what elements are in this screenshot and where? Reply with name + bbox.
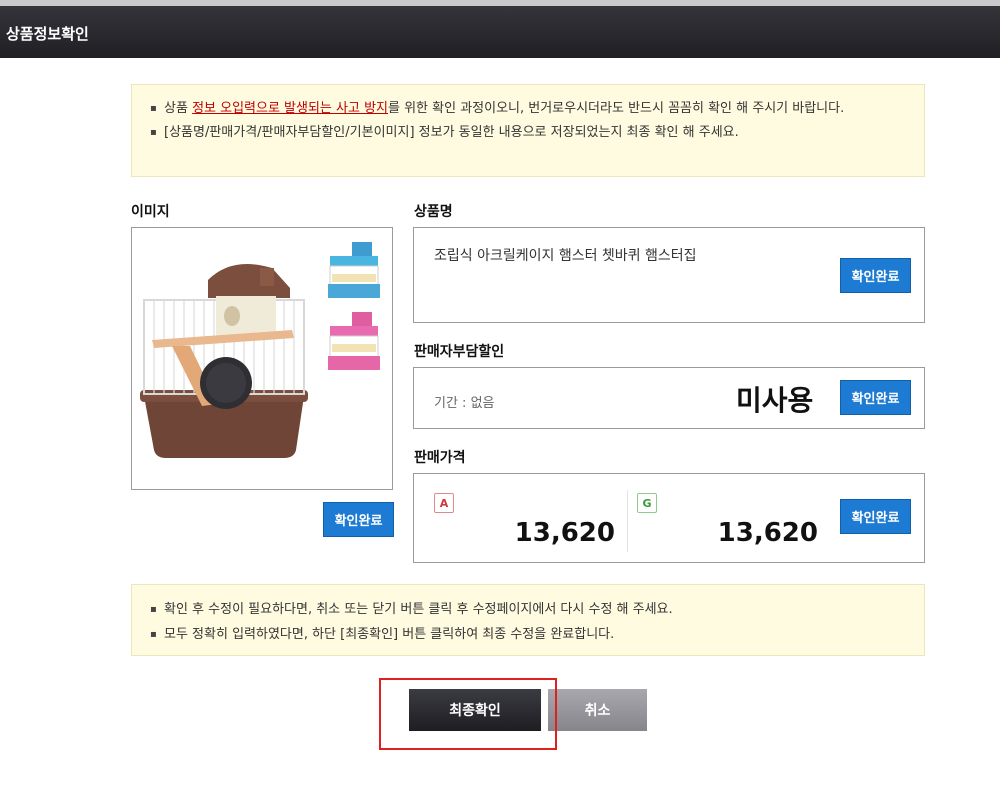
sale-price-label: 판매가격 bbox=[414, 450, 466, 466]
discount-period: 기간 : 없음 bbox=[434, 396, 495, 411]
notice-top-line2: [상품명/판매가격/판매자부담할인/기본이미지] 정보가 동일한 내용으로 저장… bbox=[150, 123, 900, 142]
seller-discount-box: 기간 : 없음 미사용 확인완료 bbox=[413, 367, 925, 429]
title-bar: 상품정보확인 bbox=[0, 0, 1000, 58]
market-a-badge: A bbox=[434, 493, 454, 513]
cancel-button[interactable]: 취소 bbox=[548, 689, 647, 731]
notice-top: 상품 정보 오입력으로 발생되는 사고 방지를 위한 확인 과정이오니, 번거로… bbox=[131, 84, 925, 177]
notice-bottom-line2: 모두 정확히 입력하였다면, 하단 [최종확인] 버튼 클릭하여 최종 수정을 … bbox=[150, 625, 900, 644]
seller-discount-label: 판매자부담할인 bbox=[414, 344, 505, 360]
notice-bottom: 확인 후 수정이 필요하다면, 취소 또는 닫기 버튼 클릭 후 수정페이지에서… bbox=[131, 584, 925, 656]
price-divider bbox=[627, 490, 628, 552]
notice-bottom-line1: 확인 후 수정이 필요하다면, 취소 또는 닫기 버튼 클릭 후 수정페이지에서… bbox=[150, 600, 900, 619]
page-title: 상품정보확인 bbox=[6, 25, 89, 43]
sale-price-box: A 13,620 G 13,620 확인완료 bbox=[413, 473, 925, 563]
product-name-value: 조립식 아크릴케이지 햄스터 쳇바퀴 햄스터집 bbox=[434, 248, 697, 264]
highlight-outline bbox=[379, 678, 557, 750]
confirm-image-button[interactable]: 확인완료 bbox=[323, 502, 394, 537]
image-label: 이미지 bbox=[131, 204, 170, 220]
confirm-discount-button[interactable]: 확인완료 bbox=[840, 380, 911, 415]
notice-top-line1: 상품 정보 오입력으로 발생되는 사고 방지를 위한 확인 과정이오니, 번거로… bbox=[150, 99, 900, 118]
discount-status: 미사용 bbox=[736, 384, 814, 417]
price-a-value: 13,620 bbox=[514, 518, 615, 548]
product-name-label: 상품명 bbox=[414, 204, 453, 220]
market-g-badge: G bbox=[637, 493, 657, 513]
hamster-cage-image bbox=[140, 242, 380, 458]
product-image bbox=[131, 227, 393, 490]
notice-highlight: 정보 오입력으로 발생되는 사고 방지 bbox=[192, 101, 388, 116]
product-name-box: 조립식 아크릴케이지 햄스터 쳇바퀴 햄스터집 확인완료 bbox=[413, 227, 925, 323]
price-g-value: 13,620 bbox=[717, 518, 818, 548]
confirm-name-button[interactable]: 확인완료 bbox=[840, 258, 911, 293]
confirm-price-button[interactable]: 확인완료 bbox=[840, 499, 911, 534]
